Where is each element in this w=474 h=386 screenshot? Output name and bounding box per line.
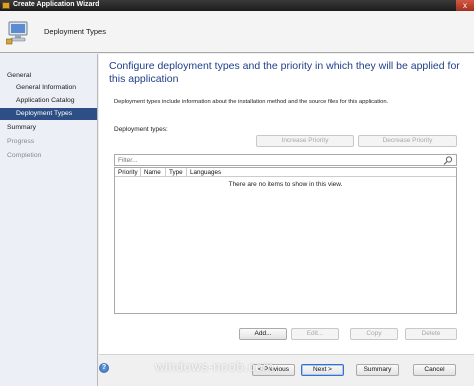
- nav-item-general-information[interactable]: General Information: [0, 82, 97, 94]
- filter-input[interactable]: [115, 155, 435, 165]
- column-header-priority[interactable]: Priority: [115, 168, 141, 177]
- empty-list-message: There are no items to show in this view.: [228, 181, 343, 188]
- deployment-types-list[interactable]: Priority Name Type Languages There are n…: [114, 167, 457, 314]
- delete-button[interactable]: Delete: [405, 328, 457, 340]
- edit-button[interactable]: Edit...: [291, 328, 339, 340]
- wizard-window: Deployment Types General General Informa…: [0, 11, 474, 386]
- nav-item-application-catalog[interactable]: Application Catalog: [0, 95, 97, 107]
- deployment-types-label: Deployment types:: [114, 126, 168, 133]
- search-icon[interactable]: [443, 156, 453, 165]
- summary-button[interactable]: Summary: [356, 364, 399, 376]
- wizard-nav: General General Information Application …: [0, 54, 98, 386]
- title-bar: Create Application Wizard x: [0, 0, 474, 11]
- close-button[interactable]: x: [456, 0, 474, 11]
- filter-box: [114, 154, 457, 166]
- increase-priority-button[interactable]: Increase Priority: [256, 135, 354, 147]
- column-header-languages[interactable]: Languages: [187, 168, 456, 177]
- nav-item-general[interactable]: General: [0, 70, 97, 82]
- main-heading: Configure deployment types and the prior…: [109, 60, 460, 85]
- previous-button[interactable]: < Previous: [252, 364, 295, 376]
- window-title: Create Application Wizard: [13, 1, 100, 8]
- copy-button[interactable]: Copy: [350, 328, 398, 340]
- wizard-footer: ? < Previous Next > Summary Cancel: [99, 354, 474, 386]
- nav-item-completion: Completion: [7, 152, 42, 159]
- next-button[interactable]: Next >: [301, 364, 344, 376]
- main-content: Configure deployment types and the prior…: [99, 54, 474, 354]
- cancel-button[interactable]: Cancel: [413, 364, 456, 376]
- nav-item-progress: Progress: [7, 138, 35, 145]
- add-button[interactable]: Add...: [239, 328, 287, 340]
- column-header-name[interactable]: Name: [141, 168, 166, 177]
- nav-item-summary[interactable]: Summary: [0, 122, 97, 134]
- description-text: Deployment types include information abo…: [114, 99, 389, 105]
- wizard-header: Deployment Types: [0, 11, 474, 53]
- column-header-type[interactable]: Type: [166, 168, 187, 177]
- computer-icon: [6, 21, 28, 45]
- help-icon[interactable]: ?: [99, 363, 109, 373]
- nav-item-deployment-types[interactable]: Deployment Types: [0, 108, 97, 120]
- wizard-app-icon: [2, 2, 10, 9]
- page-title: Deployment Types: [44, 27, 106, 36]
- decrease-priority-button[interactable]: Decrease Priority: [358, 135, 457, 147]
